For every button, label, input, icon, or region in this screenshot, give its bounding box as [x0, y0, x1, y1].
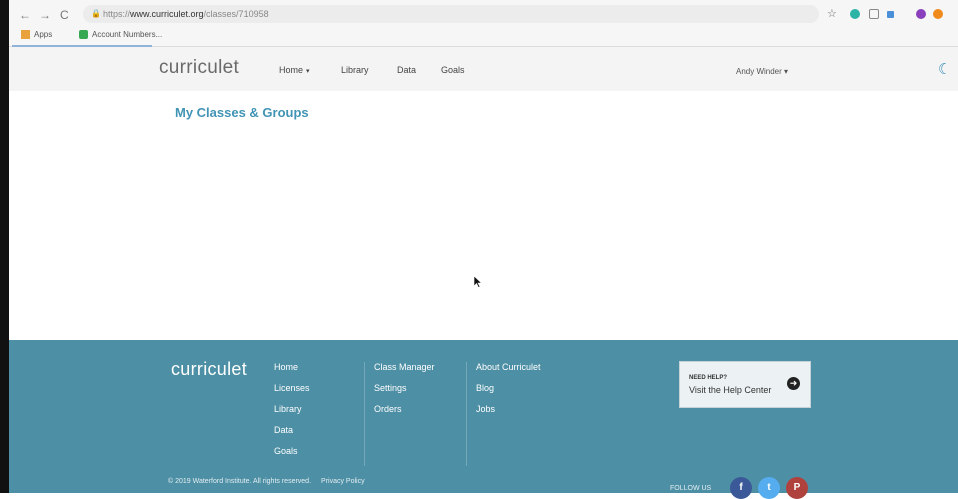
nav-home[interactable]: Home ▾ — [279, 65, 310, 75]
footer-logo[interactable]: curriculet — [171, 359, 247, 380]
chevron-down-icon: ▾ — [784, 67, 789, 76]
screen-left-edge — [0, 0, 9, 493]
footer-link-orders[interactable]: Orders — [374, 404, 435, 425]
copyright-text: © 2019 Waterford Institute. All rights r… — [168, 478, 312, 485]
lock-icon: 🔒 — [91, 9, 101, 18]
help-center-button[interactable]: NEED HELP? Visit the Help Center ➜ — [679, 361, 811, 408]
nav-library[interactable]: Library — [341, 65, 369, 75]
extension-camera-icon[interactable] — [869, 9, 879, 19]
arrow-right-icon: ➜ — [787, 377, 800, 390]
privacy-policy-link[interactable]: Privacy Policy — [321, 478, 365, 485]
extension-teal-icon[interactable] — [850, 9, 860, 19]
footer-link-licenses[interactable]: Licenses — [274, 383, 310, 404]
back-arrow-icon[interactable]: ← — [19, 8, 31, 22]
footer-divider — [466, 362, 467, 466]
user-name: Andy Winder — [736, 67, 782, 76]
page-title: My Classes & Groups — [175, 105, 309, 120]
mouse-cursor-icon — [474, 276, 482, 288]
twitter-icon[interactable]: t — [758, 477, 780, 499]
user-menu[interactable]: Andy Winder ▾ — [736, 67, 788, 76]
footer-link-blog[interactable]: Blog — [476, 383, 541, 404]
pinterest-icon[interactable]: P — [786, 477, 808, 499]
nav-home-label: Home — [279, 65, 304, 75]
reload-icon[interactable]: C — [60, 8, 69, 22]
curriculet-logo[interactable]: curriculet — [159, 57, 239, 79]
follow-us-label: FOLLOW US — [670, 485, 712, 492]
facebook-icon[interactable]: f — [730, 477, 752, 499]
footer-link-library[interactable]: Library — [274, 404, 310, 425]
footer-links-col1: Home Licenses Library Data Goals — [274, 362, 310, 467]
nav-goals[interactable]: Goals — [441, 65, 465, 75]
footer-link-home[interactable]: Home — [274, 362, 310, 383]
site-footer: curriculet Home Licenses Library Data Go… — [9, 340, 958, 499]
bookmark-apps[interactable]: Apps — [34, 29, 52, 41]
bookmark-star-icon[interactable]: ☆ — [827, 9, 837, 20]
spreadsheet-icon — [79, 30, 88, 39]
help-visit-label: Visit the Help Center — [689, 385, 772, 395]
site-header: curriculet Home ▾ Library Data Goals Andy… — [9, 47, 958, 91]
footer-link-data[interactable]: Data — [274, 425, 310, 446]
footer-divider — [364, 362, 365, 466]
url-scheme: https:// — [103, 9, 131, 19]
footer-link-about[interactable]: About Curriculet — [476, 362, 541, 383]
url-path: /classes/710958 — [203, 9, 269, 19]
footer-link-goals[interactable]: Goals — [274, 446, 310, 467]
copyright-line: © 2019 Waterford Institute. All rights r… — [168, 478, 365, 485]
footer-links-col3: About Curriculet Blog Jobs — [476, 362, 541, 425]
extension-purple-icon[interactable] — [916, 9, 926, 19]
apps-grid-icon — [21, 30, 30, 39]
address-bar[interactable]: 🔒 https://www.curriculet.org/classes/710… — [83, 5, 819, 23]
extension-orange-icon[interactable] — [933, 9, 943, 19]
footer-links-col2: Class Manager Settings Orders — [374, 362, 435, 425]
browser-chrome: ← → C 🔒 https://www.curriculet.org/class… — [9, 0, 958, 47]
nav-data[interactable]: Data — [397, 65, 416, 75]
footer-link-jobs[interactable]: Jobs — [476, 404, 541, 425]
forward-arrow-icon[interactable]: → — [39, 8, 51, 22]
chevron-down-icon: ▾ — [306, 68, 310, 75]
url-text: https://www.curriculet.org/classes/71095… — [103, 5, 269, 23]
extension-blue-icon[interactable] — [887, 11, 894, 18]
url-host: www.curriculet.org — [130, 9, 204, 19]
crescent-icon[interactable]: ☾ — [938, 60, 951, 78]
help-need-label: NEED HELP? — [689, 375, 728, 381]
footer-link-settings[interactable]: Settings — [374, 383, 435, 404]
bookmark-account-numbers[interactable]: Account Numbers... — [92, 29, 162, 41]
footer-link-class-manager[interactable]: Class Manager — [374, 362, 435, 383]
